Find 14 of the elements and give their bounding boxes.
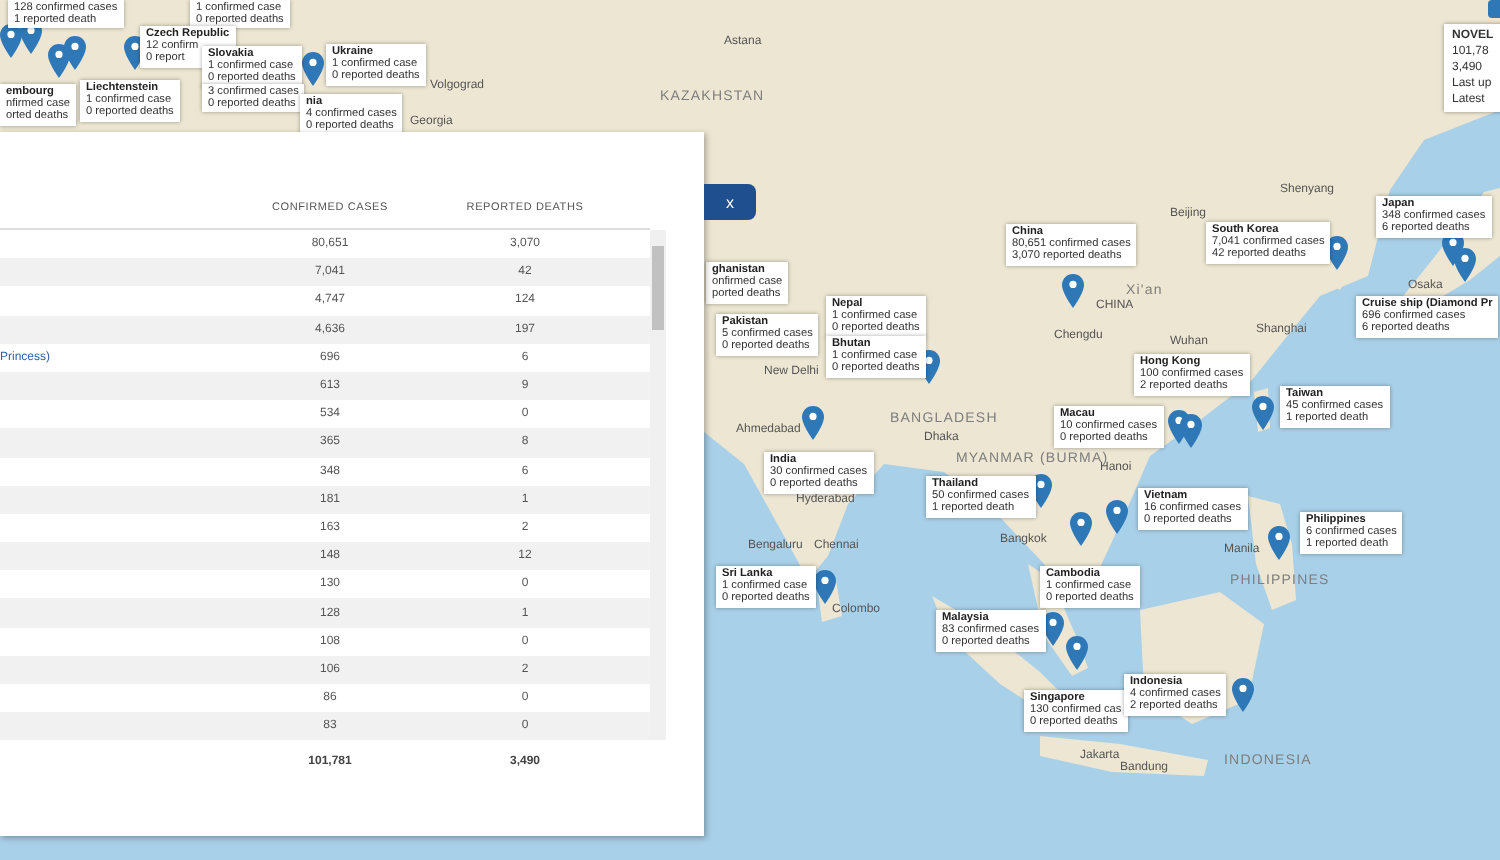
map-pin-icon[interactable] xyxy=(64,36,86,70)
map-pin-icon[interactable] xyxy=(302,52,324,86)
map-pin-icon[interactable] xyxy=(1106,500,1128,534)
map-pin-icon[interactable] xyxy=(1070,512,1092,546)
map-pin-icon[interactable] xyxy=(1066,636,1088,670)
map-pin-icon[interactable] xyxy=(1252,396,1274,430)
map-pin-icon[interactable] xyxy=(1180,414,1202,448)
map-pin-icon[interactable] xyxy=(1268,526,1290,560)
map-pin-icon[interactable] xyxy=(802,406,824,440)
map-pin-icon[interactable] xyxy=(1232,678,1254,712)
map-pin-icon[interactable] xyxy=(1062,274,1084,308)
close-tab[interactable]: x xyxy=(704,184,756,220)
map-pin-icon[interactable] xyxy=(1454,248,1476,282)
scrollbar[interactable] xyxy=(650,230,666,741)
